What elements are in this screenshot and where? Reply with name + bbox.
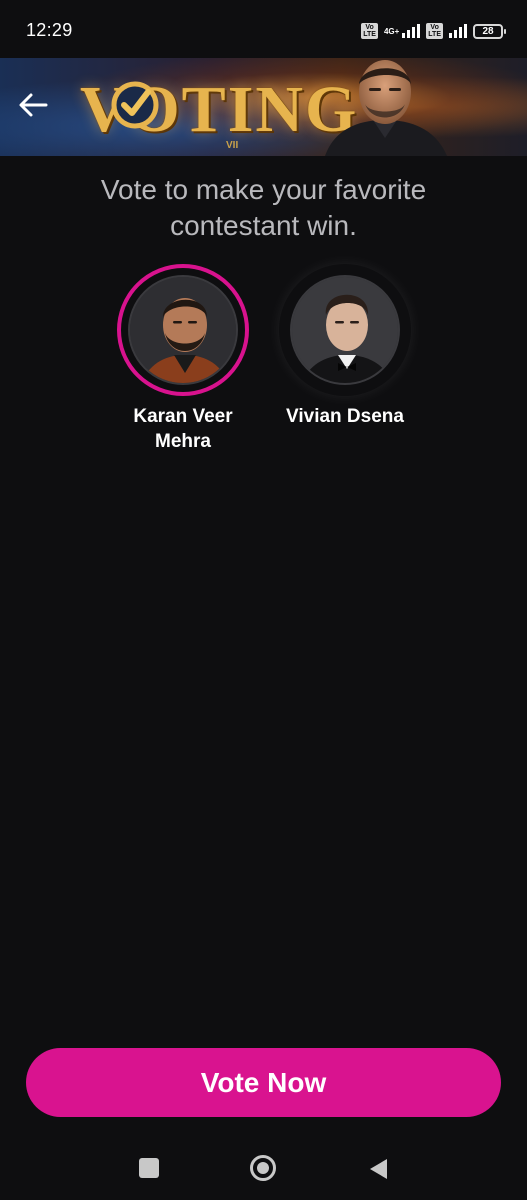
status-time: 12:29 — [26, 20, 73, 40]
signal-strength-icon — [402, 24, 421, 38]
banner-subtitle: VII — [226, 140, 239, 151]
contestant-photo — [292, 277, 398, 383]
vote-now-button[interactable]: Vote Now — [26, 1048, 501, 1117]
back-triangle-icon[interactable] — [368, 1158, 388, 1180]
voting-check-badge-icon — [111, 81, 159, 129]
avatar — [290, 275, 400, 385]
back-button[interactable] — [14, 86, 52, 124]
contestant-card-karan-veer-mehra[interactable]: Karan Veer Mehra — [113, 264, 253, 454]
contestant-card-vivian-dsena[interactable]: Vivian Dsena — [275, 264, 415, 429]
avatar — [128, 275, 238, 385]
battery-icon: 28 — [473, 23, 506, 39]
volte-icon: Vo LTE — [361, 23, 378, 39]
recents-icon[interactable] — [139, 1158, 159, 1178]
volte-icon-sim2: Vo LTE — [426, 23, 443, 39]
signal-strength-icon-sim2 — [449, 24, 467, 38]
status-bar: 12:29 Vo LTE 4G+ Vo LTE 28 — [0, 0, 527, 60]
home-icon[interactable] — [250, 1155, 276, 1181]
unselected-ring — [279, 264, 411, 396]
page-headline: Vote to make your favorite contestant wi… — [100, 174, 427, 241]
contestant-photo — [130, 277, 236, 383]
network-type-label: 4G+ — [383, 26, 400, 36]
arrow-left-icon — [19, 93, 48, 117]
system-nav-bar — [0, 1140, 527, 1200]
contestant-name: Vivian Dsena — [286, 406, 404, 427]
selected-ring — [117, 264, 249, 396]
contestant-list: Karan Veer Mehra Vivian Dsena — [0, 264, 527, 464]
voting-banner: VOTING VII — [0, 58, 527, 156]
contestant-name: Karan Veer Mehra — [133, 406, 233, 452]
host-portrait-image — [325, 60, 447, 156]
status-icons: Vo LTE 4G+ Vo LTE 28 — [361, 20, 506, 42]
